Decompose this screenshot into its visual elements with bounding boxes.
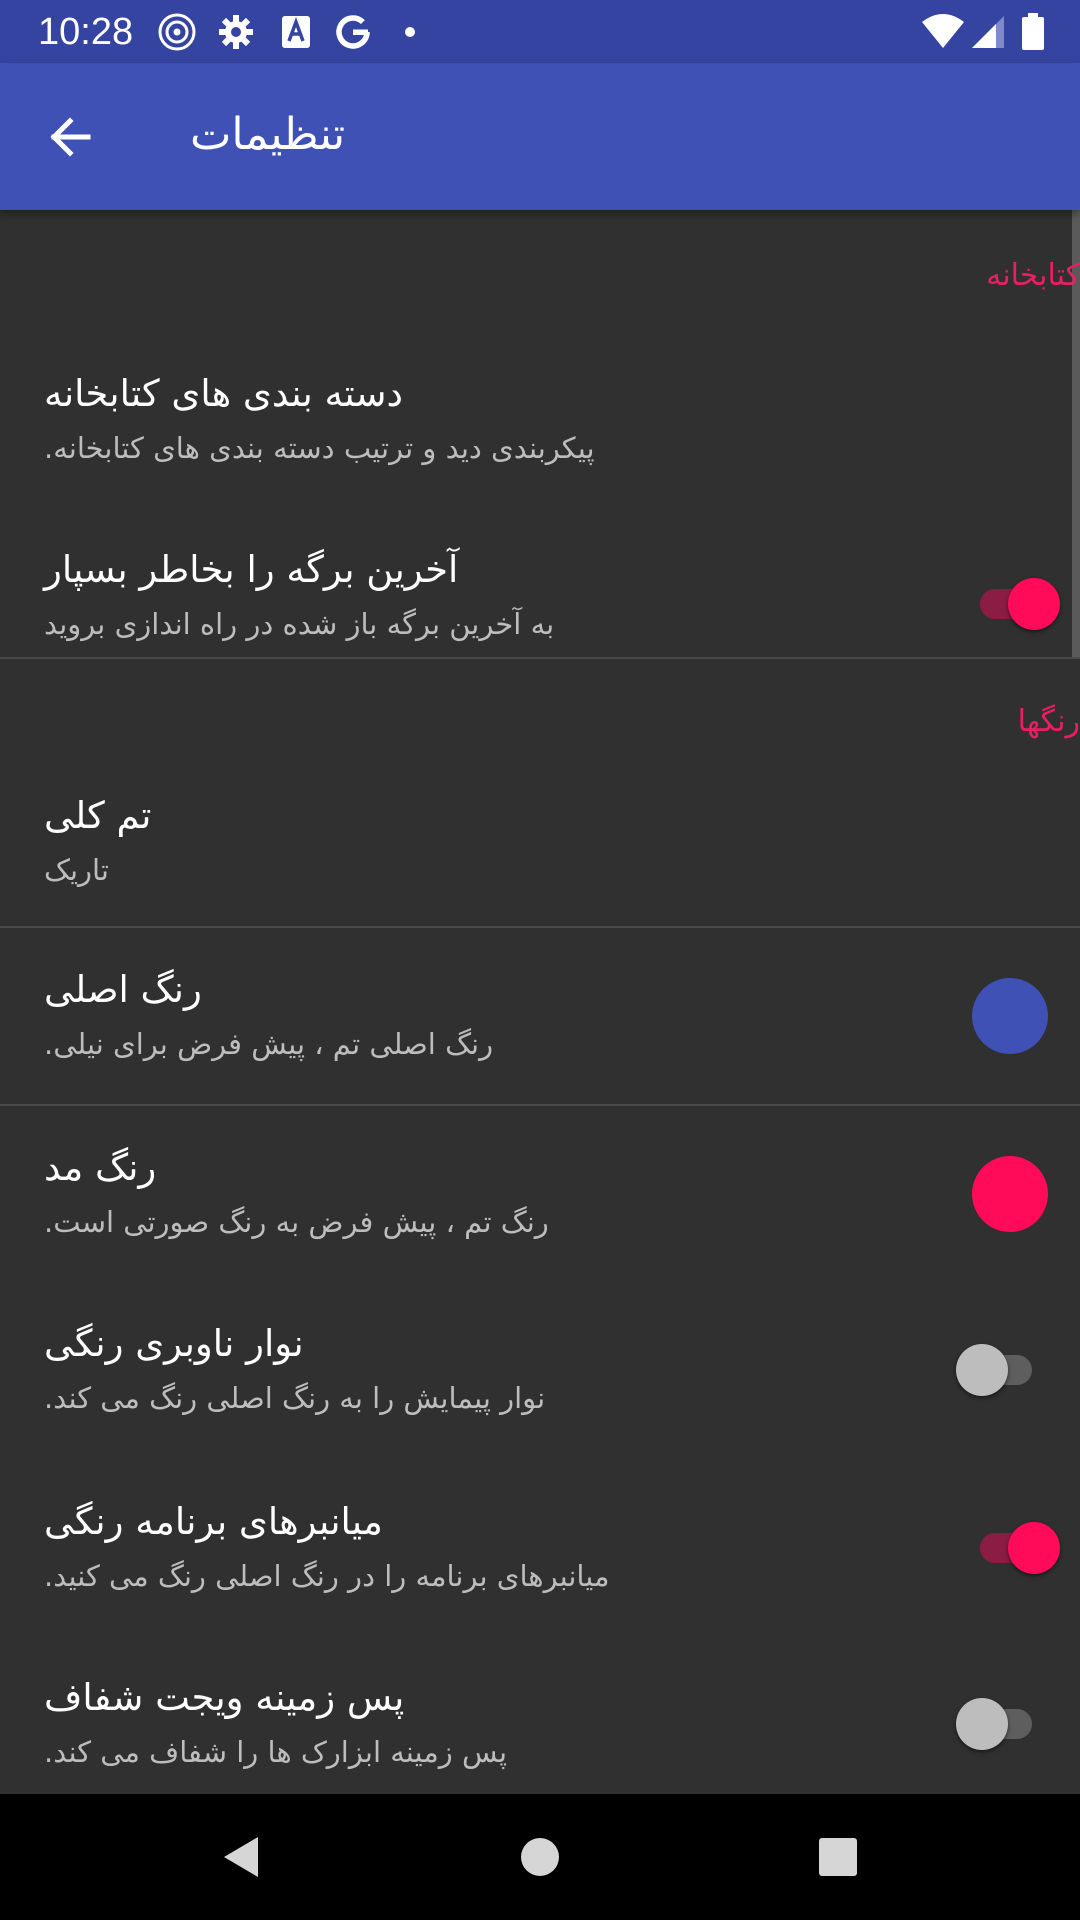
nav-recents-button[interactable] bbox=[808, 1827, 868, 1887]
category-library: کتابخانه bbox=[986, 258, 1080, 293]
signal-icon bbox=[972, 16, 1004, 48]
pref-title: تم کلی bbox=[44, 794, 152, 837]
back-button[interactable] bbox=[34, 101, 106, 173]
pref-title: میانبرهای برنامه رنگی bbox=[44, 1500, 383, 1543]
colored-navbar-switch[interactable] bbox=[956, 1344, 1042, 1396]
pref-title: رنگ اصلی bbox=[44, 968, 202, 1011]
status-bar: 10:28 bbox=[0, 0, 1080, 63]
divider bbox=[0, 657, 1080, 659]
pref-colored-shortcuts[interactable]: میانبرهای برنامه رنگی میانبرهای برنامه ر… bbox=[0, 1460, 1080, 1636]
primary-color-swatch[interactable] bbox=[972, 978, 1048, 1054]
colored-shortcuts-switch[interactable] bbox=[974, 1522, 1060, 1574]
pref-summary: تاریک bbox=[44, 853, 109, 887]
pref-remember-last-tab[interactable]: آخرین برگه را بخاطر بسپار به آخرین برگه … bbox=[0, 510, 1080, 660]
radar-icon bbox=[158, 13, 196, 51]
nav-home-button[interactable] bbox=[510, 1827, 570, 1887]
transparent-widget-switch[interactable] bbox=[956, 1698, 1042, 1750]
wifi-icon bbox=[922, 14, 964, 48]
pref-summary: نوار پیمایش را به رنگ اصلی رنگ می کند. bbox=[44, 1381, 546, 1415]
pref-summary: رنگ اصلی تم ، پیش فرض برای نیلی. bbox=[44, 1027, 494, 1061]
google-g-icon bbox=[336, 15, 370, 49]
status-time: 10:28 bbox=[38, 11, 134, 53]
nav-back-button[interactable] bbox=[210, 1827, 270, 1887]
home-circle-icon bbox=[521, 1838, 559, 1876]
pref-title: نوار ناوبری رنگی bbox=[44, 1322, 304, 1365]
nav-bar bbox=[0, 1794, 1080, 1920]
category-colors: رنگها bbox=[1017, 704, 1080, 739]
remember-tab-switch[interactable] bbox=[974, 578, 1060, 630]
dot-icon bbox=[405, 27, 415, 37]
pref-summary: پیکربندی دید و ترتیب دسته بندی های کتابخ… bbox=[44, 431, 595, 465]
pref-summary: میانبرهای برنامه را در رنگ اصلی رنگ می ک… bbox=[44, 1559, 610, 1593]
pref-summary: رنگ تم ، پیش فرض به رنگ صورتی است. bbox=[44, 1205, 549, 1239]
page-title: تنظیمات bbox=[190, 109, 346, 160]
back-triangle-icon bbox=[224, 1837, 258, 1877]
recents-square-icon bbox=[819, 1838, 857, 1876]
pref-accent-color[interactable]: رنگ مد رنگ تم ، پیش فرض به رنگ صورتی است… bbox=[0, 1106, 1080, 1282]
font-a-icon bbox=[282, 16, 310, 48]
pref-theme[interactable]: تم کلی تاریک bbox=[0, 770, 1080, 940]
pref-title: پس زمینه ویجت شفاف bbox=[44, 1676, 405, 1719]
gear-icon bbox=[219, 15, 253, 49]
settings-list[interactable]: کتابخانه دسته بندی های کتابخانه پیکربندی… bbox=[0, 210, 1080, 1794]
app-bar: تنظیمات bbox=[0, 63, 1080, 210]
pref-title: دسته بندی های کتابخانه bbox=[44, 372, 403, 415]
pref-primary-color[interactable]: رنگ اصلی رنگ اصلی تم ، پیش فرض برای نیلی… bbox=[0, 928, 1080, 1104]
pref-colored-navbar[interactable]: نوار ناوبری رنگی نوار پیمایش را به رنگ ا… bbox=[0, 1282, 1080, 1458]
battery-icon bbox=[1022, 13, 1044, 50]
pref-title: رنگ مد bbox=[44, 1146, 157, 1189]
pref-transparent-widget[interactable]: پس زمینه ویجت شفاف پس زمینه ابزارک ها را… bbox=[0, 1636, 1080, 1794]
pref-summary: به آخرین برگه باز شده در راه اندازی بروی… bbox=[44, 607, 555, 641]
accent-color-swatch[interactable] bbox=[972, 1156, 1048, 1232]
pref-library-categories[interactable]: دسته بندی های کتابخانه پیکربندی دید و تر… bbox=[0, 330, 1080, 500]
pref-title: آخرین برگه را بخاطر بسپار bbox=[44, 548, 459, 591]
pref-summary: پس زمینه ابزارک ها را شفاف می کند. bbox=[44, 1735, 508, 1769]
arrow-back-icon bbox=[50, 117, 91, 157]
